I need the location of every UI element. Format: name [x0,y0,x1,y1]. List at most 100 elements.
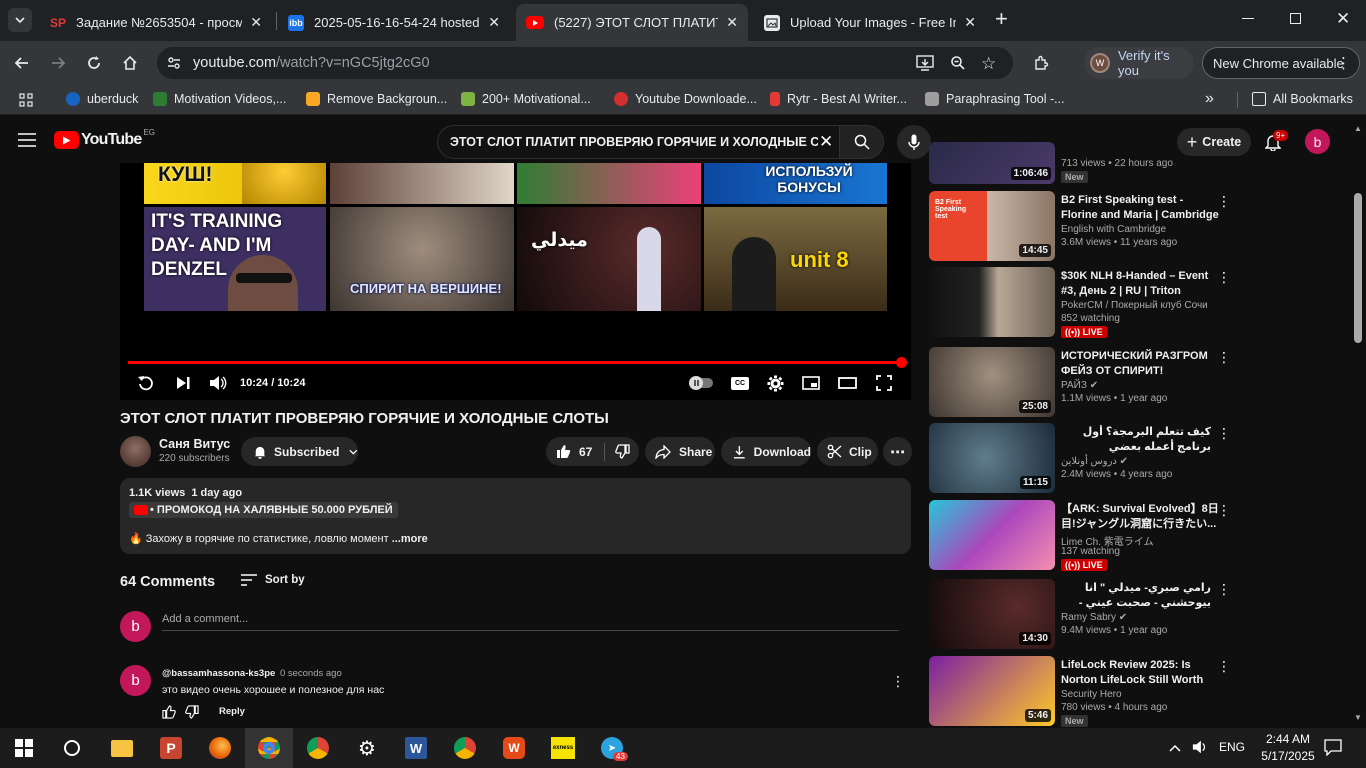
video-title[interactable]: كيف تتعلم البرمجة؟ أول برنامج أعمله بعضي… [1061,425,1211,455]
recommended-video[interactable]: $30K NLH 8-Handed – Event #3, День 2 | R… [929,267,1231,339]
bookmark-youtube-downloader[interactable]: Youtube Downloade... [614,92,757,106]
close-tab-icon[interactable]: ✕ [488,14,500,31]
more-bookmarks-chevron-icon[interactable]: » [1205,90,1214,108]
subscribed-button[interactable]: Subscribed [241,437,358,466]
youtube-logo[interactable]: YouTube EG [54,128,155,149]
more-actions-button[interactable]: ⋯ [883,437,912,466]
channel-name[interactable]: PokerCM / Покерный клуб Сочи [1061,300,1208,311]
tray-chevron-icon[interactable] [1169,740,1181,758]
kebab-menu-icon[interactable]: ⋮ [1217,269,1231,286]
browser-tab-1[interactable]: SP Задание №2653504 - просмотр ✕ [40,4,272,41]
voice-search-button[interactable] [897,125,931,159]
new-tab-plus-icon[interactable]: + [995,8,1008,30]
file-explorer-icon[interactable] [98,728,146,768]
recommended-video[interactable]: 14:30 رامي صبري- ميدلي " انا بيوحشني - ص… [929,579,1231,651]
hamburger-menu-icon[interactable] [18,133,36,152]
windows-start-icon[interactable] [0,728,48,768]
fullscreen-icon[interactable] [874,373,894,393]
bookmark-rytr[interactable]: Rytr - Best AI Writer... [770,92,907,106]
scroll-up-arrow-icon[interactable]: ▲ [1354,124,1362,133]
captions-icon[interactable]: CC [730,373,750,393]
settings-gear-icon[interactable]: ⚙ [343,728,391,768]
page-scrollbar[interactable] [1354,193,1362,343]
video-title[interactable]: $30K NLH 8-Handed – Event #3, День 2 | R… [1061,269,1219,299]
description-box[interactable]: 1.1K views 1 day ago • ПРОМОКОД НА ХАЛЯВ… [120,478,911,554]
channel-name[interactable]: РАЙЗ ✔ [1061,380,1098,391]
recommended-video[interactable]: 1:06:46 713 views • 22 hours ago New [929,142,1229,184]
download-button[interactable]: Download [721,437,811,466]
endscreen-video-3[interactable] [517,163,701,204]
restore-window-icon[interactable] [1290,13,1301,24]
endscreen-video-4[interactable]: ИСПОЛЬЗУЙ БОНУСЫ [704,163,887,204]
recommended-video[interactable]: 【ARK: Survival Evolved】8日目!ジャングル洞窟に行きたい.… [929,500,1231,572]
volume-tray-icon[interactable] [1192,739,1208,760]
browser-tab-3-active[interactable]: (5227) ЭТОТ СЛОТ ПЛАТИТ ПР ✕ [516,4,748,41]
search-circle-icon[interactable] [48,728,96,768]
forward-arrow-icon[interactable] [46,51,70,75]
back-arrow-icon[interactable] [10,51,34,75]
video-thumbnail[interactable]: 11:15 [929,423,1055,493]
chrome-icon-2[interactable] [441,728,489,768]
video-thumbnail[interactable]: B2 First Speaking test 14:45 [929,191,1055,261]
wps-presentation-icon[interactable]: P [147,728,195,768]
clear-search-icon[interactable]: ✕ [819,132,833,152]
close-window-icon[interactable]: ✕ [1336,9,1350,29]
home-icon[interactable] [118,51,142,75]
video-thumbnail[interactable]: 5:46 [929,656,1055,726]
input-language[interactable]: ENG [1219,740,1245,754]
volume-icon[interactable] [207,373,229,393]
channel-avatar[interactable] [120,436,151,467]
settings-gear-icon[interactable] [765,373,785,393]
comment-kebab-icon[interactable]: ⋮ [891,673,905,690]
comment-dislike-icon[interactable] [185,705,199,724]
close-tab-icon[interactable]: ✕ [726,14,738,31]
browser-tab-4[interactable]: Upload Your Images - Free Imag ✕ [754,4,986,41]
bookmark-motivation-videos[interactable]: Motivation Videos,... [153,92,286,106]
bookmark-remove-background[interactable]: Remove Backgroun... [306,92,447,106]
replay-icon[interactable] [136,373,156,393]
close-tab-icon[interactable]: ✕ [250,14,262,31]
reload-icon[interactable] [82,51,106,75]
channel-name[interactable]: Security Hero [1061,689,1122,700]
chrome-profile-icon[interactable] [245,728,293,768]
minimize-window-icon[interactable] [1242,18,1254,19]
kebab-menu-icon[interactable]: ⋮ [1217,349,1231,366]
channel-name[interactable]: دروس أونلاين ✔ [1061,456,1128,467]
kebab-menu-icon[interactable]: ⋮ [1217,581,1231,598]
bookmark-motivational[interactable]: 200+ Motivational... [461,92,591,106]
wps-office-icon[interactable]: W [490,728,538,768]
video-thumbnail[interactable] [929,500,1055,570]
recommended-video[interactable]: 25:08 ИСТОРИЧЕСКИЙ РАЗГРОМ ФЕЙЗ ОТ СПИРИ… [929,347,1231,419]
theater-mode-icon[interactable] [837,373,857,393]
notification-center-icon[interactable] [1324,739,1342,761]
kebab-menu-icon[interactable]: ⋮ [1336,54,1351,72]
comment-like-icon[interactable] [162,705,176,724]
video-thumbnail[interactable] [929,267,1055,337]
bookmark-paraphrasing-tool[interactable]: Paraphrasing Tool -... [925,92,1065,106]
kebab-menu-icon[interactable]: ⋮ [1217,193,1231,210]
video-thumbnail[interactable]: 1:06:46 [929,142,1055,184]
channel-name[interactable]: Ramy Sabry ✔ [1061,612,1127,623]
clock-time[interactable]: 2:44 AM [1258,732,1318,746]
bookmark-uberduck[interactable]: uberduck [66,92,138,106]
video-title[interactable]: B2 First Speaking test - Florine and Mar… [1061,193,1219,223]
account-avatar[interactable]: b [1305,129,1330,154]
endscreen-video-2[interactable] [330,163,514,204]
clip-button[interactable]: Clip [817,437,878,466]
autoplay-toggle[interactable] [688,373,714,393]
recommended-video[interactable]: 11:15 كيف تتعلم البرمجة؟ أول برنامج أعمل… [929,423,1231,495]
exness-icon[interactable]: exness [539,728,587,768]
new-chrome-available-button[interactable]: New Chrome available ⋮ [1202,47,1360,79]
commenter-avatar[interactable]: b [120,665,151,696]
endscreen-video-7[interactable]: ميدلي [517,207,701,311]
apps-grid-icon[interactable] [19,93,33,110]
zoom-icon[interactable] [950,55,966,76]
word-icon[interactable]: W [392,728,440,768]
progress-bar[interactable] [128,361,903,364]
close-tab-icon[interactable]: ✕ [964,14,976,31]
kebab-menu-icon[interactable]: ⋮ [1217,658,1231,675]
browser-tab-2[interactable]: ibb 2025-05-16-16-54-24 hosted at ✕ [278,4,510,41]
video-thumbnail[interactable]: 14:30 [929,579,1055,649]
scroll-down-arrow-icon[interactable]: ▼ [1354,713,1362,722]
address-bar[interactable]: youtube.com/watch?v=nGC5jtg2cG0 ☆ [157,47,1013,79]
